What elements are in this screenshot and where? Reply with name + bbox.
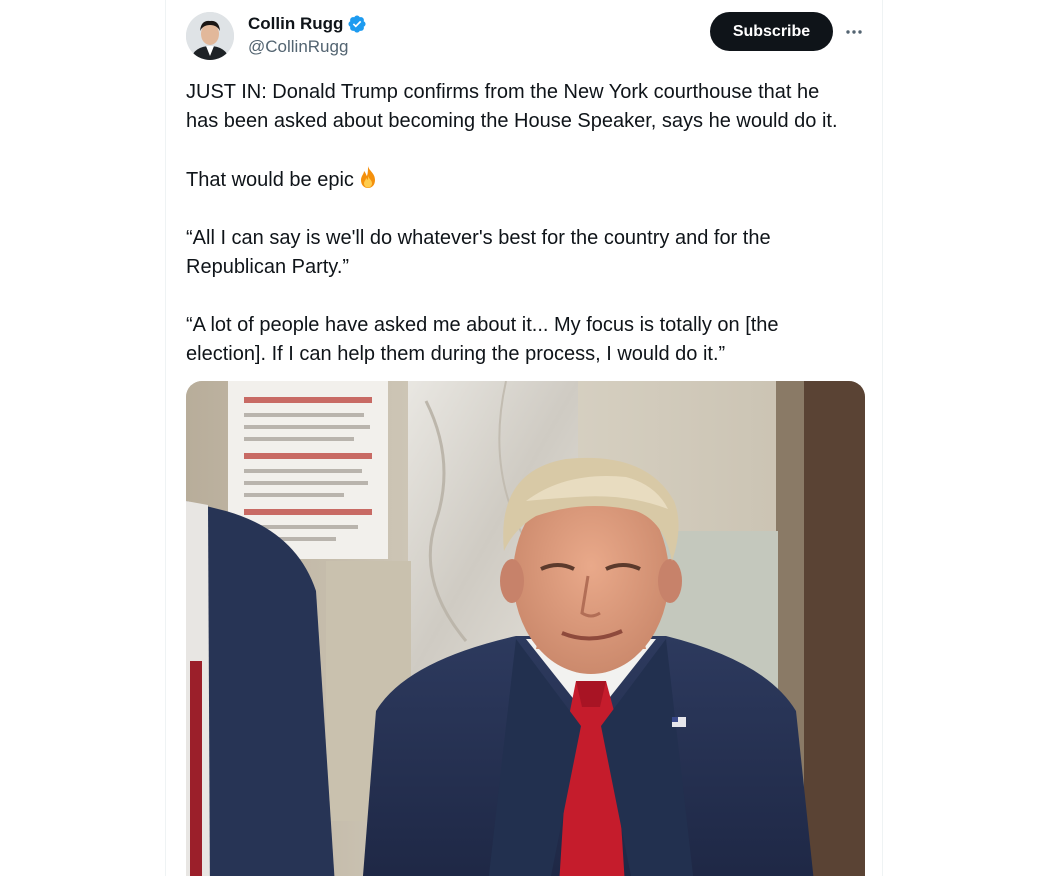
author-handle[interactable]: @CollinRugg: [248, 37, 348, 57]
tweet-line: “A lot of people have asked me about it.…: [186, 314, 779, 336]
subscribe-button[interactable]: Subscribe: [710, 12, 833, 51]
tweet-paragraph: “A lot of people have asked me about it.…: [186, 311, 876, 369]
verified-badge-icon: [347, 14, 367, 34]
page: Collin Rugg @CollinRugg Subscribe JUST I…: [0, 0, 1050, 876]
tweet-paragraph: That would be epic: [186, 165, 876, 195]
author-display-name[interactable]: Collin Rugg: [248, 14, 343, 34]
tweet-paragraph: “All I can say is we'll do whatever's be…: [186, 224, 876, 282]
avatar-image: [186, 12, 234, 60]
tweet-line: JUST IN: Donald Trump confirms from the …: [186, 81, 820, 103]
video-thumbnail[interactable]: [186, 381, 865, 876]
tweet-paragraph: JUST IN: Donald Trump confirms from the …: [186, 78, 876, 136]
more-options-icon[interactable]: [840, 18, 868, 46]
tweet-line: has been asked about becoming the House …: [186, 110, 838, 132]
tweet-line: election]. If I can help them during the…: [186, 343, 726, 365]
avatar[interactable]: [186, 12, 234, 60]
tweet-card: Collin Rugg @CollinRugg Subscribe JUST I…: [165, 0, 883, 876]
tweet-line: “All I can say is we'll do whatever's be…: [186, 227, 771, 249]
author-name-row: Collin Rugg: [248, 13, 367, 35]
tweet-line: Republican Party.”: [186, 256, 350, 278]
tweet-text: JUST IN: Donald Trump confirms from the …: [186, 78, 876, 398]
video-frame-image: [186, 381, 865, 876]
tweet-line: That would be epic: [186, 169, 354, 191]
fire-icon: [357, 165, 379, 189]
